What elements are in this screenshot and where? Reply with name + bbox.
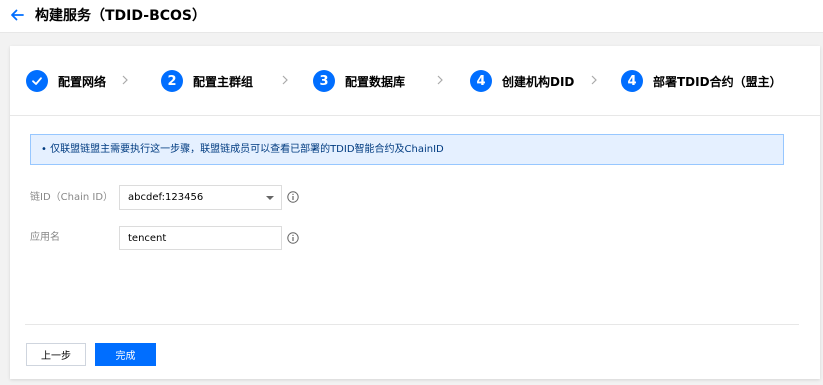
- step-3: 3 配置数据库: [313, 70, 405, 92]
- info-icon[interactable]: [287, 191, 299, 203]
- prev-step-button[interactable]: 上一步: [26, 343, 86, 366]
- chevron-right-icon: [122, 75, 128, 85]
- footer-divider: [25, 324, 799, 325]
- step-5-circle: 4: [621, 70, 643, 92]
- check-icon: [32, 77, 42, 85]
- page-title: 构建服务（TDID-BCOS）: [35, 8, 207, 24]
- step-4-circle: 4: [470, 70, 492, 92]
- step-3-label: 配置数据库: [345, 74, 406, 89]
- chain-id-value: abcdef:123456: [128, 192, 204, 203]
- caret-down-icon: [266, 196, 274, 200]
- chevron-right-icon: [591, 75, 597, 85]
- chain-id-select[interactable]: abcdef:123456: [119, 185, 282, 210]
- step-1: 配置网络: [26, 70, 106, 92]
- info-icon[interactable]: [287, 232, 299, 244]
- step-2-circle: 2: [161, 70, 183, 92]
- app-name-label: 应用名: [30, 232, 60, 243]
- info-notice: • 仅联盟链盟主需要执行这一步骤，联盟链成员可以查看已部署的TDID智能合约及C…: [30, 134, 784, 165]
- arrow-left-icon[interactable]: [10, 8, 24, 22]
- app-name-input[interactable]: [119, 226, 282, 250]
- step-4-label: 创建机构DID: [502, 74, 575, 89]
- step-1-label: 配置网络: [58, 74, 107, 89]
- top-bar: 构建服务（TDID-BCOS）: [0, 0, 823, 33]
- chain-id-label: 链ID（Chain ID）: [30, 192, 114, 203]
- wizard-card: 配置网络 2 配置主群组 3 配置数据库 4 创建机构DID 4 部署TDID合: [10, 46, 820, 379]
- step-2-label: 配置主群组: [193, 74, 254, 89]
- step-5: 4 部署TDID合约（盟主）: [621, 70, 782, 92]
- step-indicator: 配置网络 2 配置主群组 3 配置数据库 4 创建机构DID 4 部署TDID合: [10, 46, 820, 116]
- step-4: 4 创建机构DID: [470, 70, 574, 92]
- chevron-right-icon: [437, 75, 443, 85]
- chevron-right-icon: [282, 75, 288, 85]
- done-button[interactable]: 完成: [95, 343, 156, 366]
- step-2: 2 配置主群组: [161, 70, 253, 92]
- step-3-circle: 3: [313, 70, 335, 92]
- step-1-circle: [26, 70, 48, 92]
- step-5-label: 部署TDID合约（盟主）: [653, 74, 782, 89]
